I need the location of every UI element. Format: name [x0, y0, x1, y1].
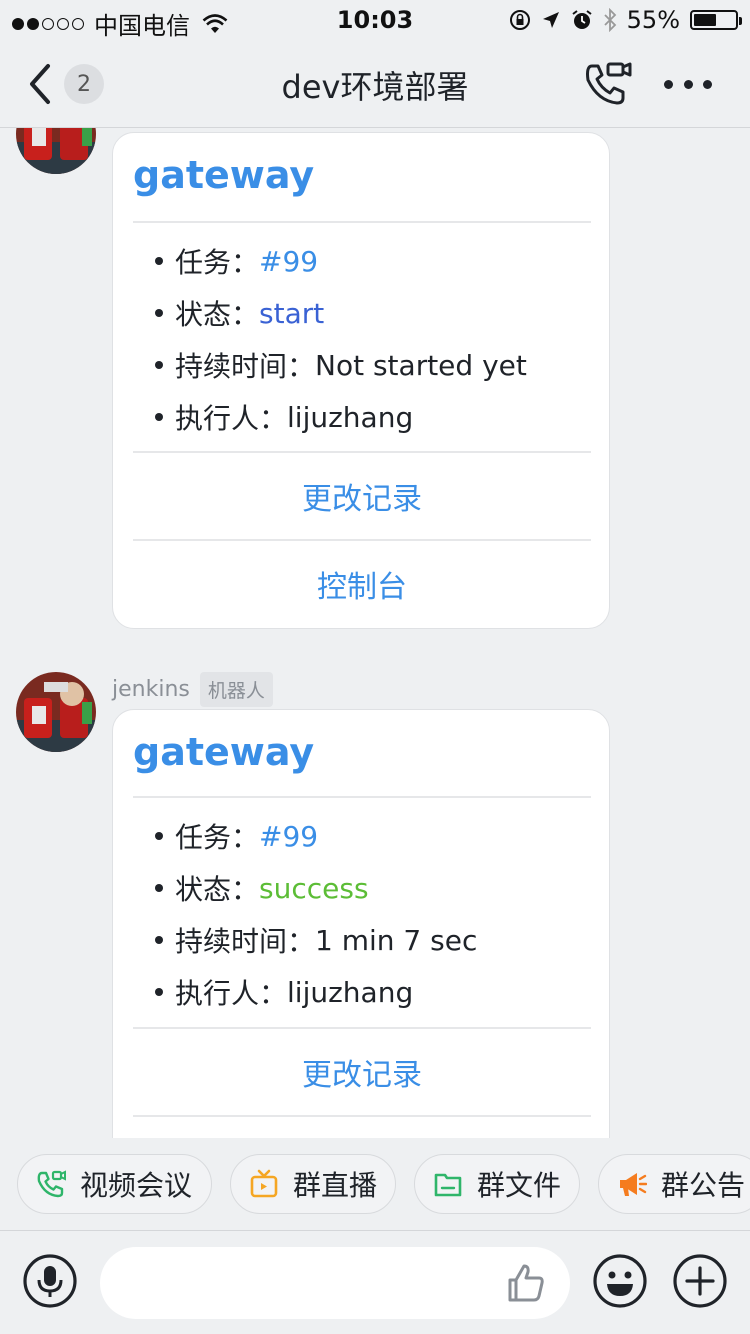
field-duration: 持续时间： 1 min 7 sec	[155, 920, 477, 960]
chip-label: 群公告	[661, 1169, 746, 1202]
status-bar: 中国电信 10:03 55%	[0, 0, 750, 40]
chat-area[interactable]: gateway 任务： #99 状态： start 持续时间： Not star…	[0, 128, 750, 1138]
status-value: success	[259, 871, 369, 905]
sender-row: jenkins 机器人	[112, 672, 273, 707]
group-files-chip[interactable]: 群文件	[414, 1154, 580, 1214]
avatar[interactable]	[16, 672, 96, 752]
executor-value: lijuzhang	[287, 975, 414, 1009]
megaphone-icon	[620, 1173, 647, 1196]
group-live-chip[interactable]: 群直播	[230, 1154, 396, 1214]
input-bar	[0, 1230, 750, 1334]
message-input[interactable]	[100, 1247, 570, 1319]
alarm-icon	[572, 10, 592, 29]
more-options-icon[interactable]	[664, 64, 712, 104]
folder-icon	[434, 1173, 462, 1197]
change-log-button[interactable]: 更改记录	[133, 1029, 591, 1115]
divider	[133, 796, 591, 798]
field-duration: 持续时间： Not started yet	[155, 345, 527, 385]
divider	[133, 1115, 591, 1117]
group-notice-chip[interactable]: 群公告	[598, 1154, 750, 1214]
build-card: gateway 任务： #99 状态： start 持续时间： Not star…	[112, 132, 610, 629]
battery-percent: 55%	[626, 6, 680, 34]
task-link[interactable]: #99	[259, 245, 318, 278]
bot-tag: 机器人	[199, 672, 273, 707]
phone-video-icon[interactable]	[582, 60, 634, 108]
avatar[interactable]	[16, 128, 96, 174]
status-right: 55%	[509, 6, 742, 34]
duration-value: Not started yet	[315, 348, 527, 382]
field-task: 任务： #99	[155, 816, 318, 856]
field-label: 状态：	[175, 873, 260, 906]
field-task: 任务： #99	[155, 241, 318, 281]
thumbs-up-icon[interactable]	[504, 1261, 548, 1305]
bluetooth-icon	[604, 8, 616, 32]
field-status: 状态： start	[155, 293, 324, 333]
plus-icon[interactable]	[672, 1253, 728, 1309]
field-label: 执行人：	[175, 977, 288, 1010]
divider	[133, 221, 591, 223]
change-log-button[interactable]: 更改记录	[133, 453, 591, 539]
page-title: dev环境部署	[281, 68, 469, 106]
build-card: gateway 任务： #99 状态： success 持续时间： 1 min …	[112, 709, 610, 1138]
location-arrow-icon	[542, 12, 559, 28]
live-tv-icon	[250, 1169, 278, 1198]
sender-name: jenkins	[112, 677, 190, 702]
chip-label: 群直播	[293, 1169, 378, 1202]
nav-bar: 2 dev环境部署	[0, 40, 750, 128]
chip-label: 群文件	[477, 1169, 562, 1202]
card-title[interactable]: gateway	[133, 153, 314, 197]
jenkins-avatar-icon	[16, 128, 96, 174]
field-label: 执行人：	[175, 402, 288, 435]
video-call-icon	[37, 1170, 66, 1198]
field-label: 状态：	[175, 298, 260, 331]
duration-value: 1 min 7 sec	[315, 923, 478, 957]
field-label: 持续时间：	[175, 350, 316, 383]
field-label: 任务：	[175, 821, 260, 854]
field-executor: 执行人： lijuzhang	[155, 397, 413, 437]
quick-actions-bar[interactable]: 视频会议 群直播 群文件 群公告	[0, 1138, 750, 1230]
field-label: 任务：	[175, 246, 260, 279]
field-executor: 执行人： lijuzhang	[155, 972, 413, 1012]
battery-icon	[690, 10, 742, 30]
jenkins-avatar-icon	[16, 672, 96, 752]
console-button[interactable]: 控制台	[133, 541, 591, 627]
video-meeting-chip[interactable]: 视频会议	[17, 1154, 212, 1214]
rotation-lock-icon	[509, 10, 530, 30]
chip-label: 视频会议	[80, 1169, 193, 1202]
card-title[interactable]: gateway	[133, 730, 314, 774]
field-status: 状态： success	[155, 868, 369, 908]
field-label: 持续时间：	[175, 925, 316, 958]
task-link[interactable]: #99	[259, 820, 318, 853]
executor-value: lijuzhang	[287, 400, 414, 434]
emoji-icon[interactable]	[592, 1253, 648, 1309]
status-value: start	[259, 296, 325, 330]
microphone-icon[interactable]	[22, 1253, 78, 1309]
